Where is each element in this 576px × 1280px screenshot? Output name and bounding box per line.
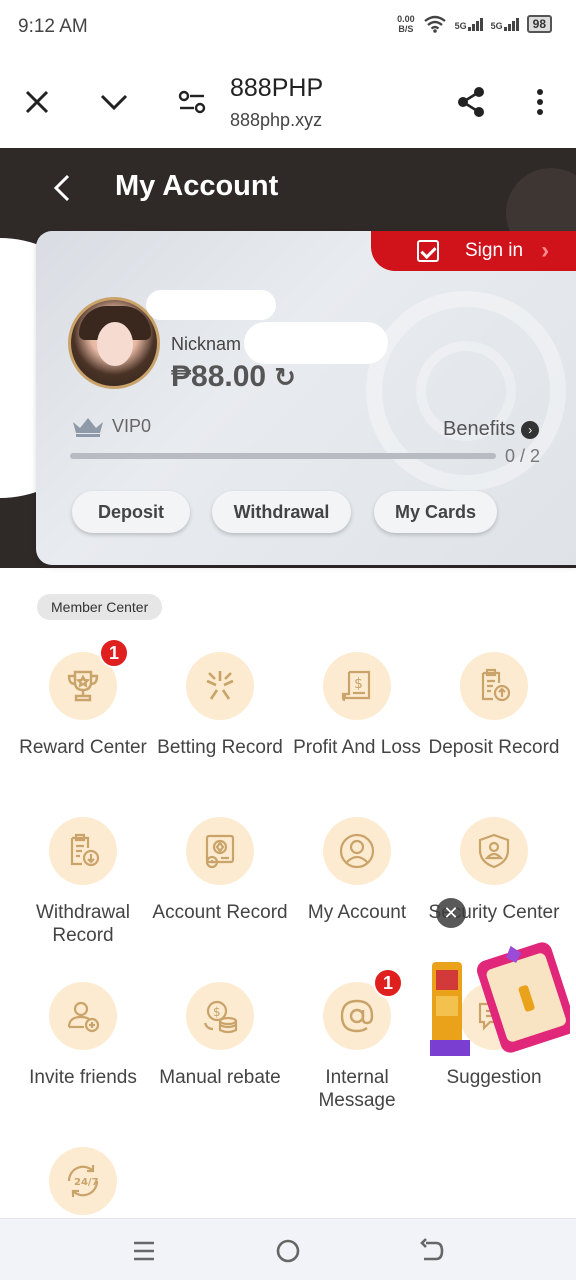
- benefits-label: Benefits: [443, 418, 516, 440]
- sign-in-button[interactable]: Sign in ›: [371, 231, 576, 271]
- more-vertical-icon[interactable]: [522, 84, 558, 120]
- menu-label: Invite friends: [29, 1067, 137, 1088]
- page-title: My Account: [115, 170, 279, 202]
- status-time: 9:12 AM: [18, 16, 88, 37]
- user-circle-icon: [323, 817, 391, 885]
- site-url[interactable]: 888php.xyz: [230, 110, 322, 131]
- menu-label: Deposit Record: [428, 737, 560, 758]
- vip-progress-text: 0 / 2: [505, 446, 541, 466]
- back-icon[interactable]: [418, 1237, 446, 1265]
- close-icon[interactable]: [19, 84, 55, 120]
- menu-label: Reward Center: [19, 737, 147, 758]
- deposit-button[interactable]: Deposit: [72, 491, 190, 533]
- checkbox-icon: [417, 240, 439, 262]
- menu-label: Suggestion: [446, 1067, 542, 1088]
- vip-progress-bar: [70, 453, 496, 459]
- chevron-down-icon[interactable]: [96, 84, 132, 120]
- menu-label: Withdrawal Record: [36, 902, 130, 946]
- menu-item-invite-friends[interactable]: Invite friends: [11, 982, 155, 1089]
- signal-icon-1: 5G: [455, 17, 483, 31]
- notification-badge: 1: [99, 638, 129, 668]
- at-sign-icon: 1: [323, 968, 403, 1050]
- close-promo-icon[interactable]: ✕: [436, 898, 466, 928]
- trophy-icon: 1: [49, 638, 129, 720]
- star-burst-icon: [186, 652, 254, 720]
- back-arrow-icon[interactable]: [48, 170, 78, 206]
- site-title: 888PHP: [230, 74, 324, 102]
- menu-item-account-record[interactable]: Account Record: [148, 817, 292, 924]
- invite-user-icon: [49, 982, 117, 1050]
- system-navigation-bar: [0, 1218, 576, 1280]
- crown-icon: [73, 418, 103, 437]
- notification-badge: 1: [373, 968, 403, 998]
- clipboard-download-icon: [49, 817, 117, 885]
- menu-item-support[interactable]: 24/7: [11, 1147, 155, 1215]
- svg-text:$: $: [213, 1005, 221, 1019]
- menu-item-profit-and-loss[interactable]: $ Profit And Loss: [285, 652, 429, 759]
- member-center-label: Member Center: [37, 594, 163, 620]
- redaction-mark: [146, 290, 276, 320]
- floating-promo-banner[interactable]: [430, 940, 576, 1060]
- redaction-mark: [244, 322, 388, 364]
- support-24-7-icon: 24/7: [49, 1147, 117, 1215]
- sign-in-label: Sign in: [465, 240, 524, 261]
- recent-apps-icon[interactable]: [130, 1237, 158, 1265]
- balance-value: ₱88.00: [171, 360, 267, 393]
- my-cards-button[interactable]: My Cards: [374, 491, 497, 533]
- svg-text:24/7: 24/7: [74, 1177, 99, 1188]
- account-record-icon: [186, 817, 254, 885]
- menu-item-internal-message[interactable]: 1 Internal Message: [285, 968, 429, 1112]
- menu-label: Profit And Loss: [293, 737, 421, 758]
- browser-toolbar: 888PHP 888php.xyz: [0, 56, 576, 148]
- menu-label: Betting Record: [157, 737, 283, 758]
- refresh-icon[interactable]: ↻: [274, 362, 296, 393]
- menu-item-my-account[interactable]: My Account: [285, 817, 429, 924]
- coins-icon: $: [186, 982, 254, 1050]
- balance: ₱88.00 ↻: [171, 360, 296, 394]
- battery-icon: 98: [526, 15, 552, 33]
- menu-label: Manual rebate: [159, 1067, 281, 1088]
- status-icons: 0.00 B/S 5G 5G 98: [397, 14, 552, 34]
- chevron-right-icon: ›: [541, 237, 550, 264]
- home-icon[interactable]: [274, 1237, 302, 1265]
- svg-text:$: $: [354, 676, 363, 692]
- shield-user-icon: [460, 817, 528, 885]
- menu-label: Internal Message: [318, 1067, 396, 1111]
- site-settings-icon[interactable]: [174, 84, 210, 120]
- menu-item-betting-record[interactable]: Betting Record: [148, 652, 292, 759]
- menu-item-deposit-record[interactable]: Deposit Record: [422, 652, 566, 759]
- menu-label: My Account: [307, 902, 407, 923]
- network-speed: 0.00 B/S: [397, 14, 415, 34]
- receipt-icon: $: [323, 652, 391, 720]
- menu-item-withdrawal-record[interactable]: Withdrawal Record: [11, 817, 155, 947]
- nickname-label: Nicknam: [171, 334, 242, 354]
- clipboard-upload-icon: [460, 652, 528, 720]
- share-icon[interactable]: [453, 84, 489, 120]
- signal-icon-2: 5G: [491, 17, 519, 31]
- menu-item-manual-rebate[interactable]: $ Manual rebate: [148, 982, 292, 1089]
- benefits-link[interactable]: Benefits ›: [443, 418, 540, 441]
- wifi-icon: [423, 15, 446, 33]
- chevron-circle-right-icon: ›: [521, 420, 540, 439]
- menu-label: Account Record: [152, 902, 288, 923]
- status-bar: 9:12 AM 0.00 B/S 5G 5G 98: [0, 0, 576, 56]
- menu-item-reward-center[interactable]: 1 Reward Center: [11, 638, 155, 759]
- withdrawal-button[interactable]: Withdrawal: [212, 491, 351, 533]
- vip-label: VIP0: [112, 415, 152, 436]
- vip-level: VIP0: [70, 415, 151, 437]
